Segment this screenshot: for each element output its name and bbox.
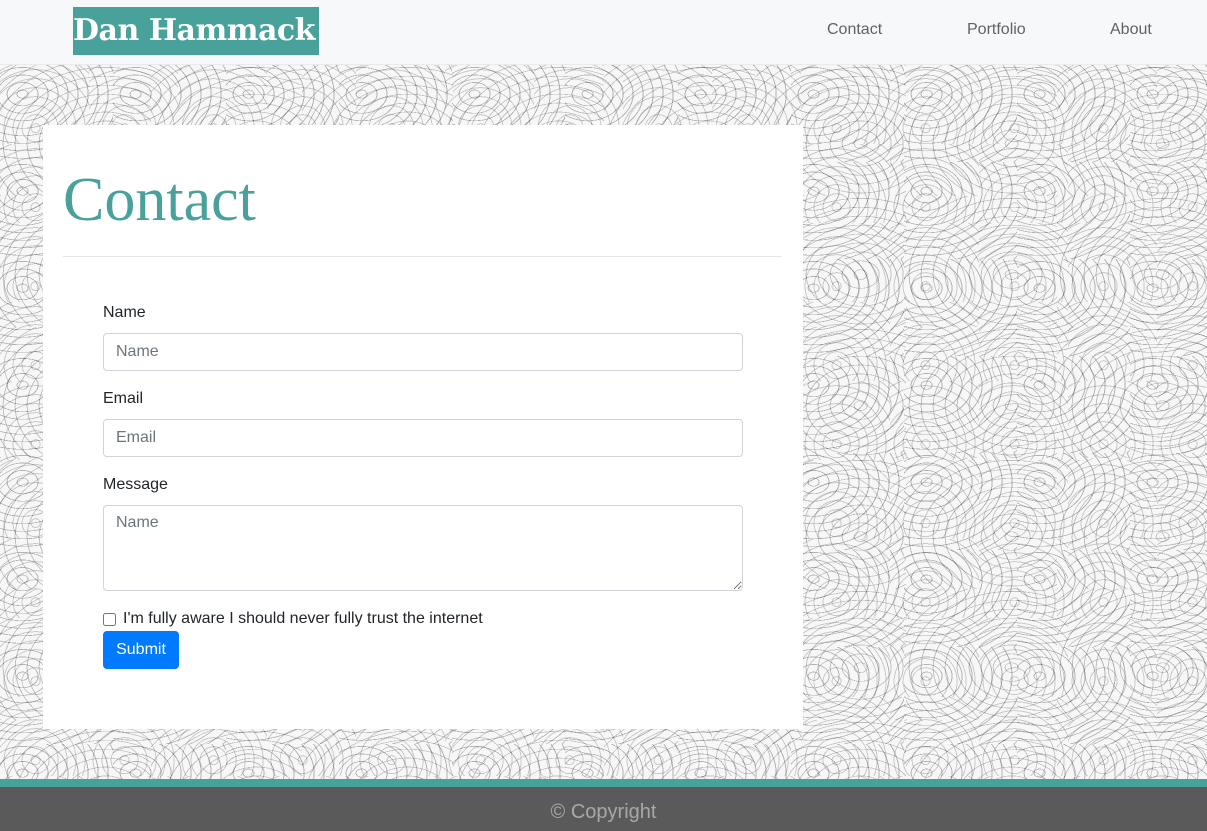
- nav-link-contact[interactable]: Contact: [827, 20, 882, 40]
- trust-checkbox-label[interactable]: I'm fully aware I should never fully tru…: [123, 609, 483, 629]
- footer-accent-bar: [0, 779, 1207, 787]
- trust-checkbox[interactable]: [103, 612, 116, 626]
- message-textarea[interactable]: [103, 505, 743, 591]
- copyright-text: © Copyright: [550, 801, 657, 823]
- name-input[interactable]: [103, 333, 743, 371]
- navbar: Dan Hammack Contact Portfolio About: [0, 0, 1207, 65]
- name-label: Name: [103, 304, 146, 321]
- title-divider: [63, 256, 782, 257]
- contact-card: Contact Name Email Message I'm fully awa…: [43, 125, 803, 729]
- trust-checkbox-row: I'm fully aware I should never fully tru…: [103, 609, 483, 629]
- message-label: Message: [103, 476, 168, 493]
- email-input[interactable]: [103, 419, 743, 457]
- submit-button[interactable]: Submit: [103, 631, 179, 669]
- email-label: Email: [103, 390, 144, 407]
- nav-link-about[interactable]: About: [1110, 20, 1152, 40]
- nav-link-portfolio[interactable]: Portfolio: [967, 20, 1026, 40]
- page-title: Contact: [63, 166, 256, 234]
- footer: © Copyright: [0, 787, 1207, 831]
- brand-logo[interactable]: Dan Hammack: [73, 7, 319, 55]
